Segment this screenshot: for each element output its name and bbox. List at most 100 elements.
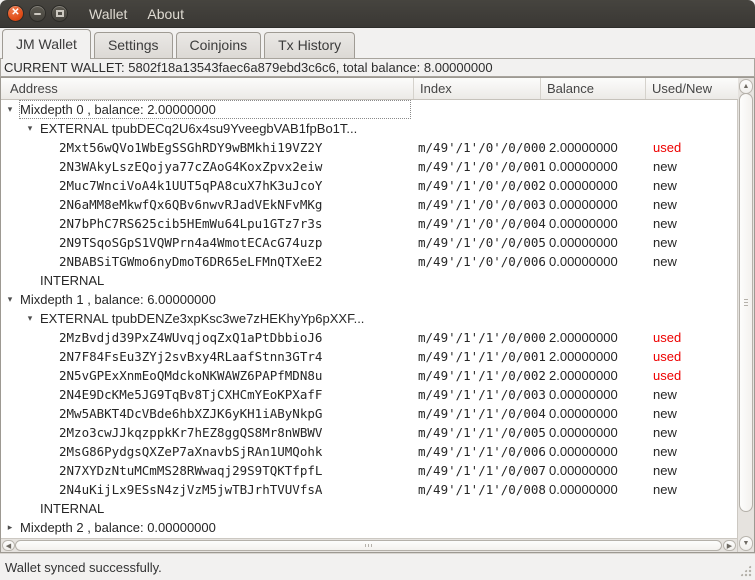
horizontal-scrollbar-thumb[interactable]: [15, 540, 722, 551]
tree-row[interactable]: 2N7XYDzNtuMCmMS28RWwaqj29S9TQKTfpfL m/49…: [1, 461, 737, 480]
tree-row[interactable]: ▸ Mixdepth 2 , balance: 0.00000000: [1, 518, 737, 537]
address-cell: 2N7bPhC7RS625cib5HEmWu64Lpu1GTz7r3s: [59, 216, 323, 231]
column-header-balance[interactable]: Balance: [541, 78, 646, 99]
status-cell: new: [653, 159, 677, 174]
address-cell: 2N4uKijLx9ESsN4zjVzM5jwTBJrhTVUVfsA: [59, 482, 323, 497]
tree-row[interactable]: 2N9TSqoSGpS1VQWPrn4a4WmotECAcG74uzp m/49…: [1, 233, 737, 252]
scroll-right-icon: ▶: [726, 542, 733, 550]
status-cell: used: [653, 140, 682, 155]
scroll-right-button[interactable]: ▶: [723, 540, 736, 551]
index-cell: m/49'/1'/1'/0/008: [418, 482, 546, 497]
balance-cell: 2.00000000: [549, 140, 618, 155]
status-cell: new: [653, 178, 677, 193]
column-header-address[interactable]: Address: [1, 78, 414, 99]
index-cell: m/49'/1'/1'/0/005: [418, 425, 546, 440]
maximize-icon: [55, 10, 64, 17]
tree-row[interactable]: 2Mxt56wQVo1WbEgSSGhRDY9wBMkhi19VZ2Y m/49…: [1, 138, 737, 157]
status-cell: used: [653, 330, 682, 345]
address-cell: Mixdepth 0 , balance: 2.00000000: [20, 102, 216, 117]
tree-row[interactable]: ▾ EXTERNAL tpubDENZe3xpKsc3we7zHEKhyYp6p…: [1, 309, 737, 328]
index-cell: m/49'/1'/0'/0/006: [418, 254, 546, 269]
scroll-up-button[interactable]: ▲: [739, 79, 753, 94]
status-cell: new: [653, 425, 677, 440]
tab-jm-wallet[interactable]: JM Wallet: [2, 29, 91, 59]
address-cell: 2Mzo3cwJJkqzppkKr7hEZ8ggQS8Mr8nWBWV: [59, 425, 323, 440]
status-cell: new: [653, 254, 677, 269]
balance-cell: 0.00000000: [549, 178, 618, 193]
tab-bar: JM Wallet Settings Coinjoins Tx History: [0, 28, 755, 59]
status-cell: new: [653, 235, 677, 250]
address-cell: 2N5vGPExXnmEoQMdckoNKWAWZ6PAPfMDN8u: [59, 368, 323, 383]
index-cell: m/49'/1'/1'/0/001: [418, 349, 546, 364]
vertical-scrollbar[interactable]: ▲ ▼: [737, 78, 754, 552]
resize-grip[interactable]: [739, 564, 752, 577]
minimize-icon: [34, 12, 41, 15]
tree-row[interactable]: ▾ Mixdepth 1 , balance: 6.00000000: [1, 290, 737, 309]
close-button[interactable]: ✕: [7, 5, 24, 22]
tree-row[interactable]: INTERNAL: [1, 271, 737, 290]
tree-row[interactable]: 2N6aMM8eMkwfQx6QBv6nwvRJadVEkNFvMKg m/49…: [1, 195, 737, 214]
tree-row[interactable]: 2N7F84FsEu3ZYj2svBxy4RLaafStnn3GTr4 m/49…: [1, 347, 737, 366]
balance-cell: 0.00000000: [549, 254, 618, 269]
scroll-down-icon: ▼: [742, 540, 750, 547]
address-cell: 2N4E9DcKMe5JG9TqBv8TjCXHCmYEoKPXafF: [59, 387, 323, 402]
maximize-button[interactable]: [51, 5, 68, 22]
index-cell: m/49'/1'/0'/0/002: [418, 178, 546, 193]
minimize-button[interactable]: [29, 5, 46, 22]
tree-header: Address Index Balance Used/New: [1, 78, 738, 100]
tab-settings[interactable]: Settings: [93, 32, 173, 58]
address-cell: EXTERNAL tpubDENZe3xpKsc3we7zHEKhyYp6pXX…: [40, 311, 365, 326]
tree-row[interactable]: ▾ Mixdepth 0 , balance: 2.00000000: [1, 100, 737, 119]
vertical-scrollbar-thumb[interactable]: [739, 93, 753, 512]
tree-row[interactable]: 2N3WAkyLszEQojya77cZAoG4KoxZpvx2eiw m/49…: [1, 157, 737, 176]
balance-cell: 0.00000000: [549, 197, 618, 212]
balance-cell: 0.00000000: [549, 444, 618, 459]
balance-cell: 0.00000000: [549, 159, 618, 174]
tree-row[interactable]: ▾ EXTERNAL tpubDECq2U6x4su9YveegbVAB1fpB…: [1, 119, 737, 138]
menu-wallet[interactable]: Wallet: [79, 0, 137, 28]
menu-about[interactable]: About: [137, 0, 194, 28]
address-cell: 2MsG86PydgsQXZeP7aXnavbSjRAn1UMQohk: [59, 444, 323, 459]
tree-body: ▾ Mixdepth 0 , balance: 2.00000000 ▾ EXT…: [1, 100, 737, 538]
tree-row[interactable]: 2NBABSiTGWmo6nyDmoT6DR65eLFMnQTXeE2 m/49…: [1, 252, 737, 271]
tree-row[interactable]: 2MsG86PydgsQXZeP7aXnavbSjRAn1UMQohk m/49…: [1, 442, 737, 461]
address-cell: 2N7XYDzNtuMCmMS28RWwaqj29S9TQKTfpfL: [59, 463, 323, 478]
address-cell: INTERNAL: [40, 273, 105, 288]
column-header-index[interactable]: Index: [414, 78, 541, 99]
status-cell: new: [653, 387, 677, 402]
status-cell: new: [653, 197, 677, 212]
scroll-down-button[interactable]: ▼: [739, 536, 753, 551]
tree-row[interactable]: INTERNAL: [1, 499, 737, 518]
address-cell: 2Muc7WnciVoA4k1UUT5qPA8cuX7hK3uJcoY: [59, 178, 323, 193]
status-message: Wallet synced successfully.: [5, 559, 162, 575]
tree-row[interactable]: 2N4E9DcKMe5JG9TqBv8TjCXHCmYEoKPXafF m/49…: [1, 385, 737, 404]
menubar: Wallet About: [79, 0, 194, 28]
column-header-used-new[interactable]: Used/New: [646, 78, 737, 99]
scroll-left-icon: ◀: [5, 542, 12, 550]
tree-row[interactable]: 2Mw5ABKT4DcVBde6hbXZJK6yKH1iAByNkpG m/49…: [1, 404, 737, 423]
balance-cell: 0.00000000: [549, 387, 618, 402]
tree-row[interactable]: 2N5vGPExXnmEoQMdckoNKWAWZ6PAPfMDN8u m/49…: [1, 366, 737, 385]
balance-cell: 0.00000000: [549, 406, 618, 421]
tree-row[interactable]: 2N7bPhC7RS625cib5HEmWu64Lpu1GTz7r3s m/49…: [1, 214, 737, 233]
address-cell: 2N6aMM8eMkwfQx6QBv6nwvRJadVEkNFvMKg: [59, 197, 323, 212]
horizontal-scrollbar[interactable]: ◀ ▶: [1, 538, 737, 552]
scroll-left-button[interactable]: ◀: [2, 540, 15, 551]
tree-row[interactable]: 2N4uKijLx9ESsN4zjVzM5jwTBJrhTVUVfsA m/49…: [1, 480, 737, 499]
tree-row[interactable]: 2MzBvdjd39PxZ4WUvqjoqZxQ1aPtDbbioJ6 m/49…: [1, 328, 737, 347]
index-cell: m/49'/1'/0'/0/003: [418, 197, 546, 212]
address-cell: EXTERNAL tpubDECq2U6x4su9YveegbVAB1fpBo1…: [40, 121, 358, 136]
tab-coinjoins[interactable]: Coinjoins: [175, 32, 262, 58]
titlebar: ✕ Wallet About: [0, 0, 755, 28]
address-cell: 2NBABSiTGWmo6nyDmoT6DR65eLFMnQTXeE2: [59, 254, 323, 269]
tab-tx-history[interactable]: Tx History: [264, 32, 356, 58]
status-cell: new: [653, 463, 677, 478]
balance-cell: 2.00000000: [549, 330, 618, 345]
address-cell: 2N9TSqoSGpS1VQWPrn4a4WmotECAcG74uzp: [59, 235, 323, 250]
index-cell: m/49'/1'/1'/0/003: [418, 387, 546, 402]
balance-cell: 0.00000000: [549, 216, 618, 231]
index-cell: m/49'/1'/0'/0/001: [418, 159, 546, 174]
tree-row[interactable]: 2Muc7WnciVoA4k1UUT5qPA8cuX7hK3uJcoY m/49…: [1, 176, 737, 195]
index-cell: m/49'/1'/1'/0/002: [418, 368, 546, 383]
tree-row[interactable]: 2Mzo3cwJJkqzppkKr7hEZ8ggQS8Mr8nWBWV m/49…: [1, 423, 737, 442]
